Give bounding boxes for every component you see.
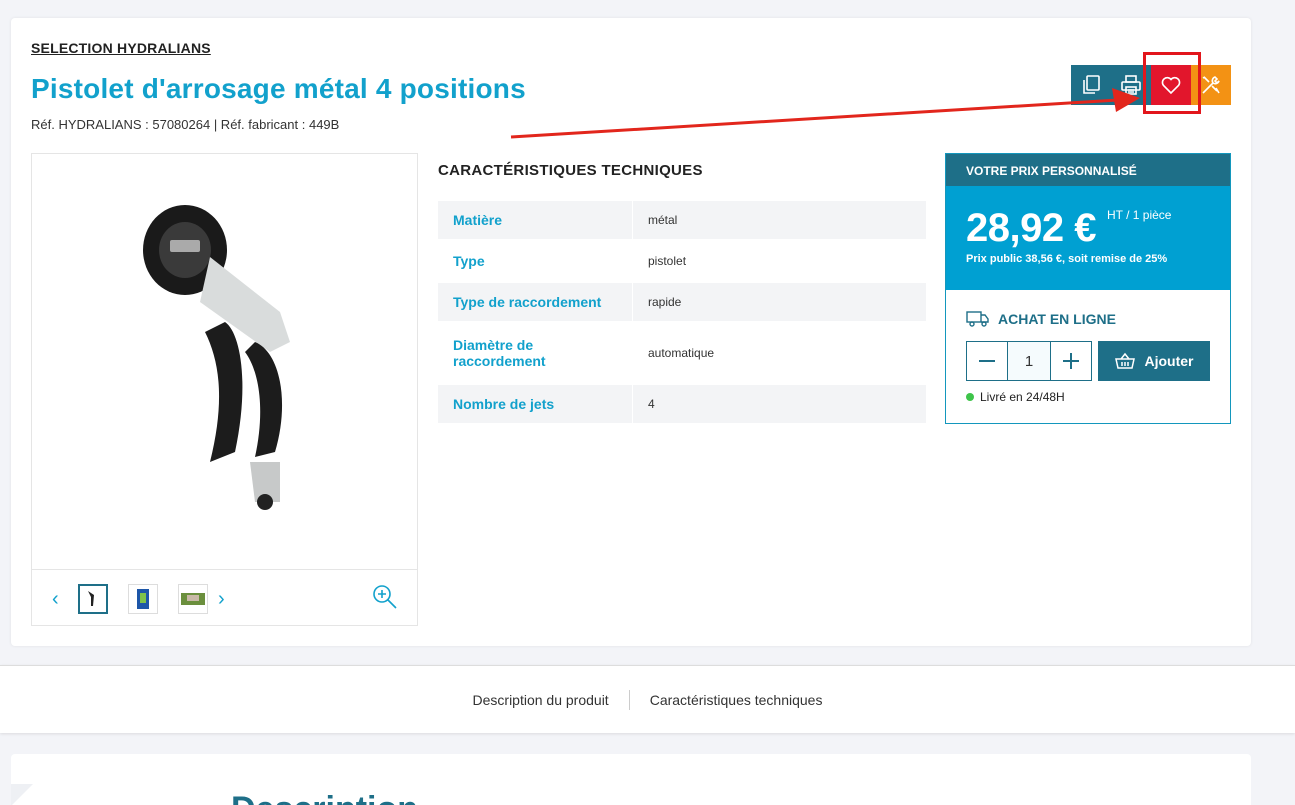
spec-key: Type de raccordement (438, 283, 633, 321)
spec-key: Matière (438, 201, 633, 239)
quantity-input[interactable]: 1 (1007, 342, 1051, 380)
product-card: SELECTION HYDRALIANS Pistolet d'arrosage… (11, 18, 1251, 646)
buy-label-text: ACHAT EN LIGNE (998, 311, 1116, 327)
product-tabs: Description du produit Caractéristiques … (0, 665, 1295, 733)
decrease-button[interactable] (967, 342, 1007, 380)
thumbnail-1[interactable] (78, 584, 108, 614)
table-row: Type de raccordement rapide (438, 283, 926, 321)
table-row: Nombre de jets 4 (438, 385, 926, 423)
spec-value: métal (648, 213, 678, 227)
plus-icon (1063, 353, 1079, 369)
chevron-right-icon[interactable]: › (218, 588, 225, 611)
brand-link[interactable]: SELECTION HYDRALIANS (31, 40, 211, 56)
delivery-truck-icon (966, 311, 989, 327)
thumbnail-2[interactable] (128, 584, 158, 614)
price-unit: HT / 1 pièce (1107, 208, 1172, 222)
tab-description[interactable]: Description du produit (453, 692, 629, 708)
spec-value: rapide (648, 295, 682, 309)
decorative-corner (11, 784, 33, 805)
spec-key: Type (438, 242, 633, 280)
spec-key: Nombre de jets (438, 385, 633, 423)
status-dot-icon (966, 393, 974, 401)
buy-label: ACHAT EN LIGNE (966, 310, 1210, 328)
tools-icon (1202, 76, 1220, 94)
product-image[interactable] (32, 154, 417, 569)
price-header: VOTRE PRIX PERSONNALISÉ (946, 154, 1230, 186)
public-price: Prix public 38,56 €, soit remise de 25% (966, 253, 1168, 265)
chevron-left-icon[interactable]: ‹ (52, 588, 59, 611)
description-title: Description (231, 790, 418, 805)
spec-key: Diamètre de raccordement (438, 324, 633, 382)
page-title: Pistolet d'arrosage métal 4 positions (31, 73, 526, 104)
print-icon (1121, 75, 1141, 95)
tab-specs[interactable]: Caractéristiques techniques (630, 692, 843, 708)
delivery-status: Livré en 24/48H (966, 390, 1065, 404)
buy-panel: ACHAT EN LIGNE 1 Ajouter Livré en 24/48H (946, 290, 1230, 404)
quantity-stepper: 1 (966, 341, 1092, 381)
thumbnail-3[interactable] (178, 584, 208, 614)
spec-value: 4 (648, 397, 655, 411)
specs-title: CARACTÉRISTIQUES TECHNIQUES (438, 162, 703, 179)
add-to-cart-label: Ajouter (1144, 353, 1194, 369)
minus-icon (979, 360, 995, 362)
spec-value: pistolet (648, 254, 687, 268)
table-row: Matière métal (438, 201, 926, 239)
spray-gun-image (142, 204, 290, 510)
basket-icon (1114, 352, 1135, 369)
price-box: VOTRE PRIX PERSONNALISÉ 28,92 € HT / 1 p… (945, 153, 1231, 424)
specs-table: Matière métal Type pistolet Type de racc… (438, 201, 926, 426)
zoom-in-icon[interactable] (372, 584, 398, 610)
price-panel: 28,92 € HT / 1 pièce Prix public 38,56 €… (946, 186, 1230, 290)
description-card: Description (11, 754, 1251, 805)
increase-button[interactable] (1051, 342, 1091, 380)
table-row: Diamètre de raccordement automatique (438, 324, 926, 382)
table-row: Type pistolet (438, 242, 926, 280)
gallery-thumbnails: ‹ › (32, 569, 417, 626)
annotation-highlight-box (1143, 52, 1201, 114)
copy-icon (1083, 75, 1100, 94)
product-references: Réf. HYDRALIANS : 57080264 | Réf. fabric… (31, 117, 340, 132)
product-gallery: ‹ › (31, 153, 418, 626)
spec-value: automatique (648, 346, 715, 360)
delivery-text: Livré en 24/48H (980, 390, 1065, 404)
add-to-cart-button[interactable]: Ajouter (1098, 341, 1210, 381)
copy-button[interactable] (1071, 65, 1111, 105)
price-amount: 28,92 € (966, 206, 1096, 250)
